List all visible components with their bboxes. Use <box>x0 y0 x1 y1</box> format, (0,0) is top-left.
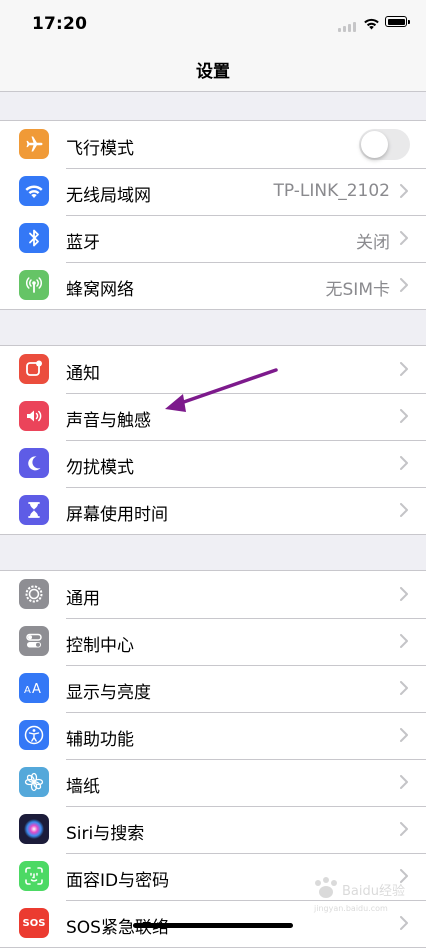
battery-icon <box>385 16 410 27</box>
settings-row-label: 勿扰模式 <box>66 458 134 478</box>
chevron-right-icon <box>400 231 408 245</box>
switches-icon <box>19 626 49 656</box>
chevron-right-icon <box>400 681 408 695</box>
sos-icon: SOS <box>19 908 49 938</box>
settings-row-airplane-mode[interactable]: 飞行模式 <box>0 121 426 168</box>
settings-row-wallpaper[interactable]: 墙纸 <box>0 759 426 806</box>
notifications-icon <box>19 354 49 384</box>
navigation-bar: 设置 <box>0 46 426 92</box>
settings-row-wifi[interactable]: 无线局域网 TP-LINK_2102 <box>0 168 426 215</box>
watermark-subtext: jingyan.baidu.com <box>313 904 388 913</box>
settings-row-value: 关闭 <box>356 233 390 253</box>
status-time: 17:20 <box>32 14 88 34</box>
settings-row-notifications[interactable]: 通知 <box>0 346 426 393</box>
settings-row-bluetooth[interactable]: 蓝牙 关闭 <box>0 215 426 262</box>
bluetooth-icon <box>19 223 49 253</box>
settings-row-label: 蓝牙 <box>66 233 100 253</box>
settings-row-siri-search[interactable]: Siri与搜索 <box>0 806 426 853</box>
settings-group-connectivity: 飞行模式 无线局域网 TP-LINK_2102 蓝牙 关闭 蜂窝网络 无SIM卡 <box>0 120 426 310</box>
chevron-right-icon <box>400 456 408 470</box>
chevron-right-icon <box>400 587 408 601</box>
sos-icon-text: SOS <box>22 917 46 929</box>
settings-row-value: 无SIM卡 <box>325 280 390 300</box>
settings-group-notifications: 通知 声音与触感 勿扰模式 屏幕使用时间 <box>0 345 426 535</box>
gear-icon <box>19 579 49 609</box>
signal-strength-icon <box>338 22 356 32</box>
airplane-icon <box>19 129 49 159</box>
chevron-right-icon <box>400 278 408 292</box>
settings-row-label: 面容ID与密码 <box>66 871 170 891</box>
chevron-right-icon <box>400 409 408 423</box>
settings-row-label: 通知 <box>66 364 100 384</box>
toggle-knob <box>361 131 388 158</box>
chevron-right-icon <box>400 503 408 517</box>
svg-text:A: A <box>24 685 31 696</box>
settings-row-label: 控制中心 <box>66 636 134 656</box>
wifi-status-icon <box>363 15 380 34</box>
settings-row-label: 显示与亮度 <box>66 683 151 703</box>
baidu-jingyan-watermark: Baidu经验 jingyan.baidu.com <box>306 875 416 917</box>
settings-row-label: 墙纸 <box>66 777 100 797</box>
home-indicator[interactable] <box>133 923 293 928</box>
moon-icon <box>19 448 49 478</box>
speaker-icon <box>19 401 49 431</box>
chevron-right-icon <box>400 775 408 789</box>
text-size-icon: AA <box>19 673 49 703</box>
siri-icon <box>19 814 49 844</box>
cellular-icon <box>19 270 49 300</box>
settings-row-general[interactable]: 通用 <box>0 571 426 618</box>
settings-row-cellular[interactable]: 蜂窝网络 无SIM卡 <box>0 262 426 309</box>
settings-row-label: 蜂窝网络 <box>66 280 134 300</box>
chevron-right-icon <box>400 728 408 742</box>
face-id-icon <box>19 861 49 891</box>
svg-text:A: A <box>32 682 41 697</box>
hourglass-icon <box>19 495 49 525</box>
settings-row-do-not-disturb[interactable]: 勿扰模式 <box>0 440 426 487</box>
flower-icon <box>19 767 49 797</box>
settings-row-label: 飞行模式 <box>66 139 134 159</box>
settings-row-control-center[interactable]: 控制中心 <box>0 618 426 665</box>
settings-row-accessibility[interactable]: 辅助功能 <box>0 712 426 759</box>
airplane-mode-toggle[interactable] <box>359 129 410 160</box>
accessibility-icon <box>19 720 49 750</box>
wifi-icon <box>19 176 49 206</box>
settings-row-label: 无线局域网 <box>66 186 151 206</box>
status-bar: 17:20 <box>0 0 426 46</box>
settings-row-value: TP-LINK_2102 <box>273 181 390 201</box>
settings-row-label: 屏幕使用时间 <box>66 505 168 525</box>
settings-row-screen-time[interactable]: 屏幕使用时间 <box>0 487 426 534</box>
settings-row-label: Siri与搜索 <box>66 824 145 844</box>
chevron-right-icon <box>400 822 408 836</box>
chevron-right-icon <box>400 362 408 376</box>
settings-row-label: 声音与触感 <box>66 411 151 431</box>
settings-row-sounds[interactable]: 声音与触感 <box>0 393 426 440</box>
chevron-right-icon <box>400 916 408 930</box>
settings-row-label: 辅助功能 <box>66 730 134 750</box>
settings-row-display-brightness[interactable]: AA 显示与亮度 <box>0 665 426 712</box>
chevron-right-icon <box>400 634 408 648</box>
watermark-text: Baidu经验 <box>342 883 405 899</box>
page-title: 设置 <box>196 62 230 82</box>
settings-row-label: 通用 <box>66 589 100 609</box>
chevron-right-icon <box>400 184 408 198</box>
